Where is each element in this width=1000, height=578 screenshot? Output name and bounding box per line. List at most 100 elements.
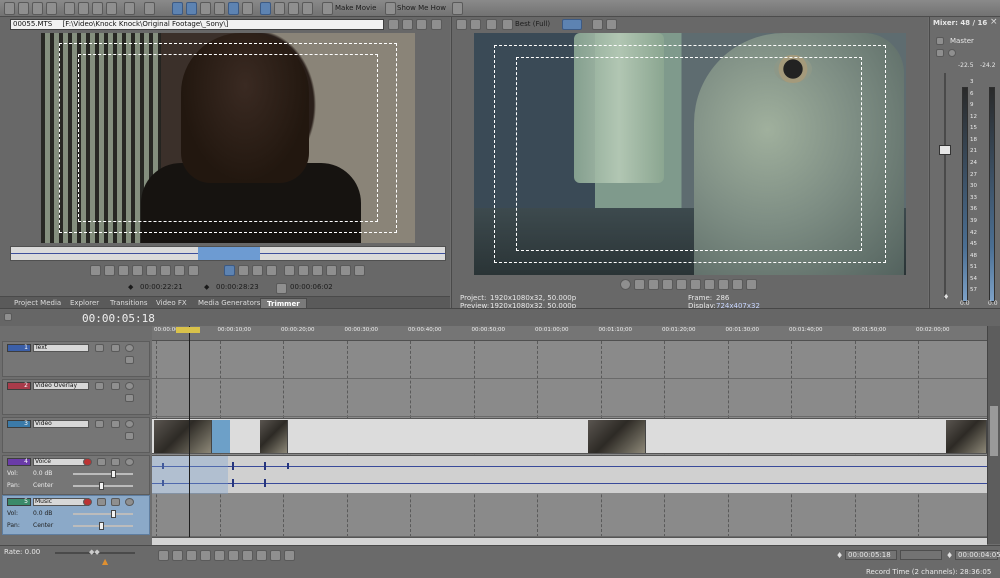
time-ruler[interactable]: 00:00:00;00 00:00:10;00 00:00:20;00 00:00:3… xyxy=(152,326,987,341)
master-mute-icon[interactable] xyxy=(948,49,956,57)
loop-icon[interactable] xyxy=(172,550,183,561)
undo-icon[interactable] xyxy=(124,2,135,15)
save-snapshot-icon[interactable] xyxy=(606,19,617,30)
track-header-text[interactable]: 1 Text xyxy=(2,341,150,377)
loop-icon[interactable] xyxy=(90,265,101,276)
music-vol-slider[interactable] xyxy=(73,510,133,518)
playhead-cursor[interactable] xyxy=(189,326,190,544)
stop-icon[interactable] xyxy=(146,265,157,276)
track-fx-icon[interactable] xyxy=(111,382,120,390)
preview-quality-select[interactable]: Best (Full) xyxy=(515,20,550,29)
video-clip-thumbnail[interactable] xyxy=(946,420,987,453)
mute-icon[interactable] xyxy=(125,382,134,390)
slider-knob[interactable] xyxy=(99,522,104,530)
remove-icon[interactable] xyxy=(402,19,413,30)
mute-icon[interactable] xyxy=(125,420,134,428)
go-to-end-icon[interactable] xyxy=(188,265,199,276)
video-clip-thumbnail[interactable] xyxy=(154,420,212,453)
insert-bus-icon[interactable] xyxy=(936,37,944,45)
next-frame-icon[interactable] xyxy=(284,550,295,561)
selection-tool-icon[interactable] xyxy=(200,2,211,15)
add-to-timeline-icon[interactable] xyxy=(224,265,235,276)
timeline-tracks[interactable] xyxy=(152,341,987,537)
help-icon[interactable] xyxy=(452,2,463,15)
play-from-start-icon[interactable] xyxy=(104,265,115,276)
trimmer-selection[interactable] xyxy=(198,247,260,260)
next-frame-icon[interactable] xyxy=(746,279,757,290)
track-motion-icon[interactable] xyxy=(95,420,104,428)
save-icon[interactable] xyxy=(32,2,43,15)
loop-region-bar[interactable] xyxy=(176,327,200,333)
fill-icon[interactable] xyxy=(266,265,277,276)
quality-icon[interactable] xyxy=(502,19,513,30)
selected-audio-event[interactable] xyxy=(152,456,228,494)
video-track-clips[interactable] xyxy=(152,418,987,454)
mute-icon[interactable] xyxy=(125,458,134,466)
master-fx-icon[interactable] xyxy=(936,49,944,57)
lock-icon[interactable]: ♦ xyxy=(943,293,949,301)
horizontal-scrollbar[interactable] xyxy=(152,537,987,545)
go-to-start-icon[interactable] xyxy=(704,279,715,290)
end-timecode[interactable]: 00:00:04:05 xyxy=(955,550,1000,560)
next-frame-icon[interactable] xyxy=(174,265,185,276)
stop-icon[interactable] xyxy=(690,279,701,290)
voice-vol-slider[interactable] xyxy=(73,470,133,478)
video-only-icon[interactable] xyxy=(298,265,309,276)
track-name[interactable]: Music xyxy=(33,498,89,506)
composite-icon[interactable] xyxy=(125,394,134,402)
timeline-menu-icon[interactable] xyxy=(4,313,12,321)
play-from-start-icon[interactable] xyxy=(186,550,197,561)
slider-knob[interactable] xyxy=(111,510,116,518)
open-icon[interactable] xyxy=(18,2,29,15)
go-to-start-icon[interactable] xyxy=(242,550,253,561)
video-clip-thumbnail[interactable] xyxy=(260,420,288,453)
rate-slider[interactable]: ◆◆ xyxy=(55,548,135,556)
copy-icon[interactable] xyxy=(78,2,89,15)
play-from-start-icon[interactable] xyxy=(648,279,659,290)
play-icon[interactable] xyxy=(200,550,211,561)
composite-icon[interactable] xyxy=(125,356,134,364)
invert-phase-icon[interactable] xyxy=(111,458,120,466)
music-track-lane[interactable] xyxy=(152,493,987,537)
mute-icon[interactable] xyxy=(125,498,134,506)
selection-start-timecode[interactable] xyxy=(900,550,942,560)
add-after-cursor-icon[interactable] xyxy=(238,265,249,276)
events-icon[interactable] xyxy=(302,2,313,15)
overlays-icon[interactable] xyxy=(562,19,582,30)
preview-device-icon[interactable] xyxy=(486,19,497,30)
record-icon[interactable] xyxy=(158,550,169,561)
track-fx-icon[interactable] xyxy=(97,458,106,466)
snapping-icon[interactable] xyxy=(228,2,239,15)
position-timecode[interactable]: 00:00:05:18 xyxy=(845,550,897,560)
paste-icon[interactable] xyxy=(92,2,103,15)
add-before-cursor-icon[interactable] xyxy=(252,265,263,276)
audio-video-icon[interactable] xyxy=(284,265,295,276)
arm-record-icon[interactable] xyxy=(83,498,92,506)
make-movie-icon[interactable] xyxy=(322,2,333,15)
track-name[interactable]: Video Overlay xyxy=(33,382,89,390)
create-region-icon[interactable] xyxy=(326,265,337,276)
master-fader-knob[interactable] xyxy=(939,145,951,155)
track-fx-icon[interactable] xyxy=(111,344,120,352)
track-header-video-overlay[interactable]: 2 Video Overlay xyxy=(2,379,150,415)
scroll-thumb[interactable] xyxy=(990,406,998,456)
slider-knob[interactable] xyxy=(99,482,104,490)
invert-phase-icon[interactable] xyxy=(111,498,120,506)
cut-icon[interactable] xyxy=(64,2,75,15)
pause-icon[interactable] xyxy=(676,279,687,290)
zoom-tool-icon[interactable] xyxy=(214,2,225,15)
track-name[interactable]: Voice xyxy=(33,458,89,466)
vertical-scrollbar[interactable] xyxy=(987,326,1000,544)
copy-snapshot-icon[interactable] xyxy=(592,19,603,30)
play-icon[interactable] xyxy=(662,279,673,290)
track-header-music[interactable]: 5 Music Vol: 0.0 dB Pan: Center xyxy=(2,495,150,535)
auto-crossfade-icon[interactable] xyxy=(242,2,253,15)
delete-icon[interactable] xyxy=(106,2,117,15)
close-icon[interactable] xyxy=(416,19,427,30)
composite-icon[interactable] xyxy=(125,432,134,440)
track-name[interactable]: Video xyxy=(33,420,89,428)
record-icon[interactable] xyxy=(620,279,631,290)
redo-icon[interactable] xyxy=(144,2,155,15)
go-to-end-icon[interactable] xyxy=(718,279,729,290)
window-icon[interactable] xyxy=(431,19,442,30)
